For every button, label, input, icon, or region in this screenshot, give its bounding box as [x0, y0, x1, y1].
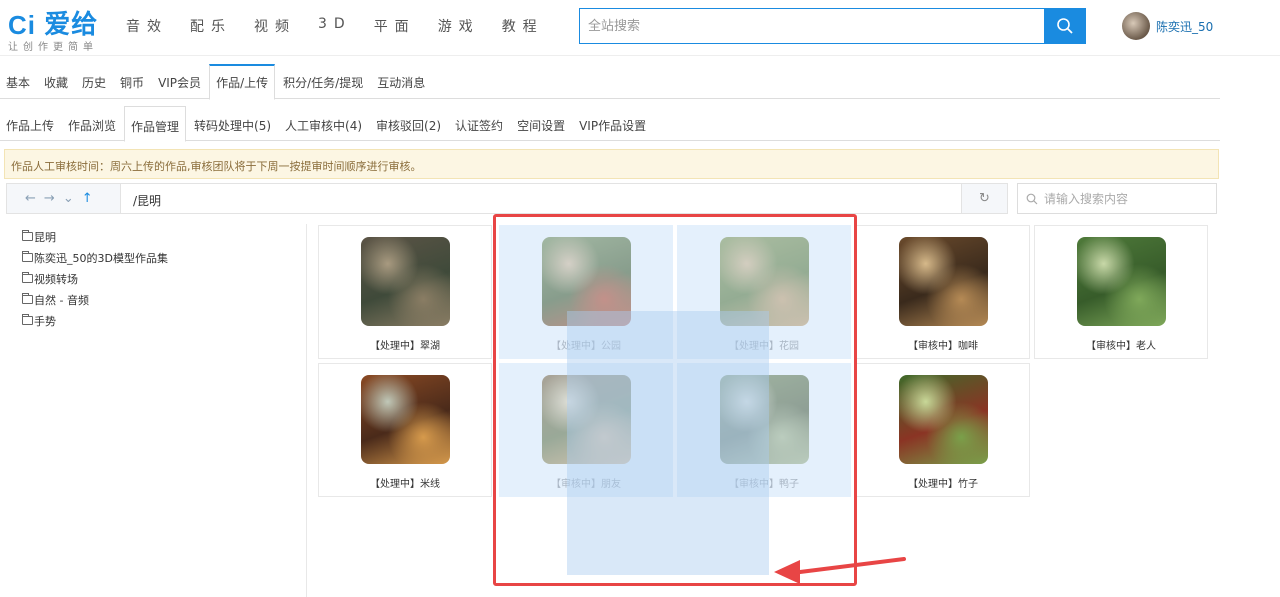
logo-tagline: 让创作更简单: [8, 42, 98, 53]
nav-item[interactable]: 视频: [254, 16, 296, 36]
site-search-input[interactable]: [580, 9, 1044, 43]
tab-primary[interactable]: 基本: [0, 64, 36, 99]
file-thumbnail: [899, 375, 988, 464]
tree-item[interactable]: 手势: [22, 310, 292, 331]
tab-secondary[interactable]: 作品浏览: [62, 106, 122, 141]
folder-tree: 昆明陈奕迅_50的3D模型作品集 视频转场自然 - 音频 手势: [22, 226, 292, 331]
refresh-icon: ↻: [979, 191, 990, 206]
tab-secondary[interactable]: 审核驳回(2): [370, 106, 447, 141]
user-menu[interactable]: 陈奕迅_50: [1122, 12, 1213, 40]
tree-item[interactable]: 视频转场: [22, 268, 292, 289]
tree-item[interactable]: 自然 - 音频: [22, 289, 292, 310]
tree-item-label: 视频转场: [34, 272, 78, 286]
file-card[interactable]: 【处理中】翠湖: [318, 225, 492, 359]
current-path: /昆明: [133, 194, 162, 208]
back-arrow-icon[interactable]: ←: [25, 191, 36, 206]
tree-item[interactable]: 陈奕迅_50的3D模型作品集: [22, 247, 292, 268]
tree-item-label: 自然 - 音频: [34, 293, 89, 307]
refresh-button[interactable]: ↻: [961, 184, 1007, 213]
annotation-highlight-box: [493, 214, 857, 586]
tree-item[interactable]: 昆明: [22, 226, 292, 247]
tab-primary[interactable]: 作品/上传: [209, 64, 276, 100]
folder-search-input[interactable]: [1044, 191, 1204, 206]
username[interactable]: 陈奕迅_50: [1156, 18, 1213, 35]
secondary-tabs: 作品上传 作品浏览 作品管理 转码处理中(5) 人工审核中(4) 审核驳回(2) 认证签约空…: [0, 106, 1220, 142]
tab-secondary[interactable]: VIP作品设置: [573, 106, 652, 141]
folder-icon: [22, 314, 33, 325]
folder-search: [1017, 183, 1217, 214]
file-card[interactable]: 【处理中】竹子: [856, 363, 1030, 497]
site-logo[interactable]: Ci 爱给 让创作更简单: [8, 4, 118, 53]
tab-primary[interactable]: VIP会员: [152, 64, 207, 99]
site-search: [579, 8, 1086, 44]
tree-item-label: 陈奕迅_50的3D模型作品集: [34, 251, 168, 265]
tab-secondary[interactable]: 作品管理: [124, 106, 187, 142]
file-caption: 【处理中】翠湖: [370, 341, 440, 352]
nav-item[interactable]: 平面: [374, 16, 416, 36]
tab-primary[interactable]: 铜币: [114, 64, 150, 99]
logo-ci-mark: Ci: [8, 10, 36, 40]
nav-item[interactable]: 配乐: [190, 16, 232, 36]
tab-secondary[interactable]: 作品上传: [0, 106, 60, 141]
primary-tabs: 基本 收藏 历史 铜币 VIP会员 作品/上传 积分/任务/提现 互动消息: [0, 64, 1220, 100]
file-caption: 【审核中】咖啡: [908, 341, 978, 352]
tab-primary[interactable]: 互动消息: [371, 64, 431, 99]
file-card[interactable]: 【审核中】咖啡: [856, 225, 1030, 359]
forward-arrow-icon[interactable]: →: [44, 191, 55, 206]
path-bar: ← → ⌄ ↑ /昆明 ↻: [6, 183, 1008, 214]
search-icon: [1026, 193, 1038, 204]
folder-icon: [22, 251, 33, 262]
tab-primary[interactable]: 历史: [76, 64, 112, 99]
tree-item-label: 昆明: [34, 230, 56, 244]
file-thumbnail: [1077, 237, 1166, 326]
file-caption: 【审核中】老人: [1086, 341, 1156, 352]
nav-item[interactable]: 音效: [126, 16, 168, 36]
folder-icon: [22, 293, 33, 304]
file-card[interactable]: 【处理中】米线: [318, 363, 492, 497]
review-notice: 作品人工审核时间：周六上传的作品,审核团队将于下周一按提审时间顺序进行审核。: [4, 149, 1219, 179]
file-caption: 【处理中】竹子: [908, 479, 978, 490]
nav-arrows: ← → ⌄ ↑: [7, 184, 121, 213]
annotation-arrow: [774, 557, 906, 584]
up-arrow-icon[interactable]: ↑: [82, 191, 93, 206]
file-caption: 【处理中】米线: [370, 479, 440, 490]
search-icon: [1056, 18, 1073, 34]
folder-icon: [22, 230, 33, 241]
tab-secondary[interactable]: 人工审核中(4): [279, 106, 368, 141]
main-nav: 音效 配乐 视频 3D 平面 游戏 教程: [126, 16, 566, 36]
nav-item[interactable]: 教程: [502, 16, 544, 36]
file-thumbnail: [361, 375, 450, 464]
pane-divider: [306, 224, 307, 597]
file-card[interactable]: 【审核中】老人: [1034, 225, 1208, 359]
avatar[interactable]: [1122, 12, 1150, 40]
file-thumbnail: [899, 237, 988, 326]
top-header: Ci 爱给 让创作更简单 音效 配乐 视频 3D 平面 游戏 教程 陈奕迅_50: [0, 0, 1280, 56]
nav-item[interactable]: 3D: [318, 16, 352, 36]
tab-secondary[interactable]: 认证签约: [449, 106, 509, 141]
tree-item-label: 手势: [34, 314, 56, 328]
file-thumbnail: [361, 237, 450, 326]
tab-secondary[interactable]: 空间设置: [511, 106, 571, 141]
folder-icon: [22, 272, 33, 283]
chevron-down-icon[interactable]: ⌄: [63, 191, 74, 206]
tab-secondary[interactable]: 转码处理中(5): [188, 106, 277, 141]
search-button[interactable]: [1044, 9, 1085, 43]
tab-primary[interactable]: 收藏: [38, 64, 74, 99]
nav-item[interactable]: 游戏: [438, 16, 480, 36]
logo-text: 爱给: [44, 9, 99, 39]
tab-primary[interactable]: 积分/任务/提现: [277, 64, 369, 99]
